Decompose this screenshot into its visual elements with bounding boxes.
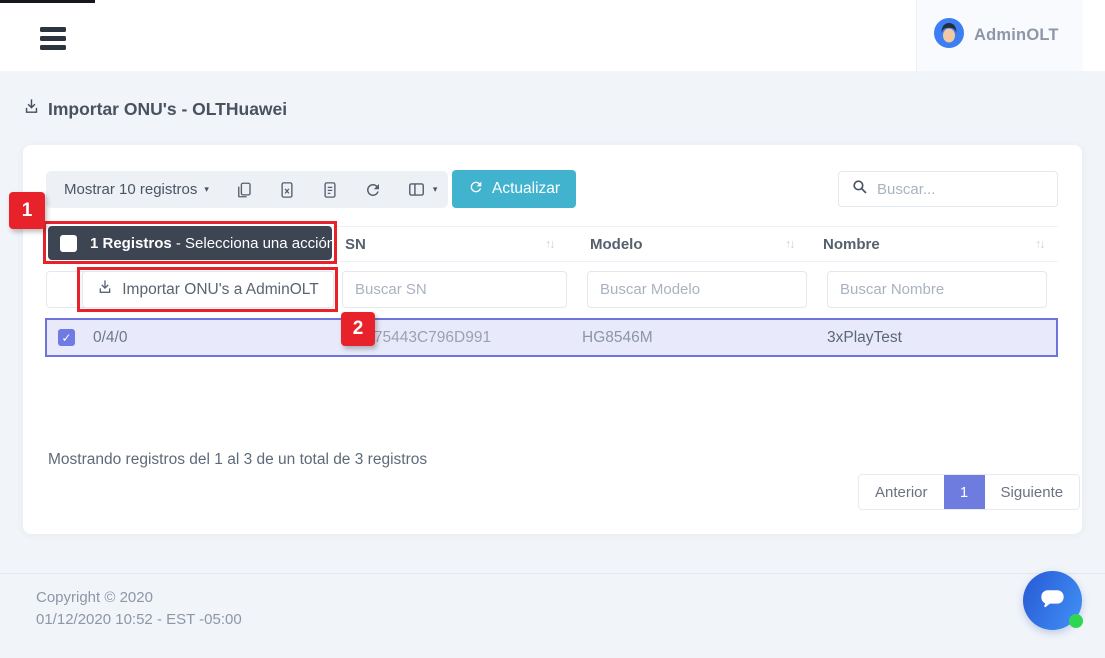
sort-icon[interactable]: ↑↓	[785, 227, 794, 261]
column-visibility-button[interactable]: ▾	[407, 180, 438, 199]
copy-button[interactable]	[235, 181, 253, 199]
annotation-badge-1: 1	[9, 192, 45, 229]
column-header-sn[interactable]: SN	[345, 227, 366, 261]
hamburger-icon	[40, 45, 66, 50]
footer-divider	[0, 573, 1105, 574]
import-icon	[23, 98, 40, 120]
current-page-button[interactable]: 1	[944, 475, 985, 509]
row-checkbox[interactable]: ✓	[58, 329, 75, 346]
importar-onus-label: Importar ONU's a AdminOLT	[122, 281, 318, 299]
sort-icon[interactable]: ↑↓	[545, 227, 554, 261]
bulk-action-dropdown[interactable]: 1 Registros - Selecciona una acción ▾	[48, 226, 332, 260]
cell-modelo: HG8546M	[582, 320, 653, 355]
column-header-modelo[interactable]: Modelo	[590, 227, 643, 261]
records-summary: Mostrando registros del 1 al 3 de un tot…	[48, 451, 427, 469]
cell-nombre: 3xPlayTest	[827, 320, 902, 355]
caret-down-icon: ▾	[204, 184, 209, 195]
chat-icon	[1037, 583, 1068, 619]
filter-sn-input[interactable]	[342, 271, 567, 308]
reload-button[interactable]	[364, 181, 382, 199]
excel-export-button[interactable]	[278, 181, 296, 199]
column-header-nombre[interactable]: Nombre	[823, 227, 880, 261]
cell-port: 0/4/0	[93, 320, 127, 355]
actualizar-label: Actualizar	[492, 180, 560, 198]
select-all-checkbox[interactable]	[60, 235, 77, 252]
importar-onus-button[interactable]: Importar ONU's a AdminOLT	[82, 271, 334, 308]
menu-toggle-button[interactable]	[40, 27, 66, 54]
search-icon	[851, 178, 868, 200]
page-title: Importar ONU's - OLTHuawei	[48, 99, 287, 120]
next-page-button[interactable]: Siguiente	[985, 475, 1080, 509]
import-icon	[97, 279, 113, 300]
global-search	[838, 171, 1058, 207]
actualizar-button[interactable]: Actualizar	[452, 170, 576, 208]
previous-page-button[interactable]: Anterior	[859, 475, 944, 509]
online-status-dot	[1069, 614, 1083, 628]
hamburger-icon	[40, 27, 66, 32]
search-input[interactable]	[877, 181, 1037, 198]
caret-down-icon: ▾	[433, 184, 438, 195]
table-row[interactable]: ✓ 0/4/0 48575443C796D991 HG8546M 3xPlayT…	[45, 318, 1058, 357]
caret-down-icon: ▾	[342, 238, 347, 249]
filter-nombre-input[interactable]	[827, 271, 1047, 308]
screen-edge-strip	[0, 0, 95, 3]
copyright-text: Copyright © 2020	[36, 589, 153, 606]
annotation-badge-2: 2	[341, 312, 375, 346]
sort-icon[interactable]: ↑↓	[1035, 227, 1044, 261]
bulk-action-label: 1 Registros - Selecciona una acción	[90, 235, 335, 252]
page-length-select[interactable]: Mostrar 10 registros	[64, 181, 197, 198]
file-export-button[interactable]	[321, 181, 339, 199]
hamburger-icon	[40, 36, 66, 41]
timestamp-text: 01/12/2020 10:52 - EST -05:00	[36, 611, 242, 628]
refresh-icon	[468, 179, 484, 200]
table-toolbar: Mostrar 10 registros ▾	[46, 171, 448, 208]
check-icon: ✓	[61, 331, 71, 345]
datatable-card: Mostrar 10 registros ▾	[23, 145, 1082, 534]
breadcrumb: Importar ONU's - OLTHuawei	[23, 98, 287, 120]
user-name: AdminOLT	[974, 26, 1059, 45]
filter-modelo-input[interactable]	[587, 271, 807, 308]
user-menu[interactable]: AdminOLT	[916, 0, 1083, 71]
pagination: Anterior 1 Siguiente	[858, 474, 1080, 510]
user-avatar	[934, 18, 964, 53]
